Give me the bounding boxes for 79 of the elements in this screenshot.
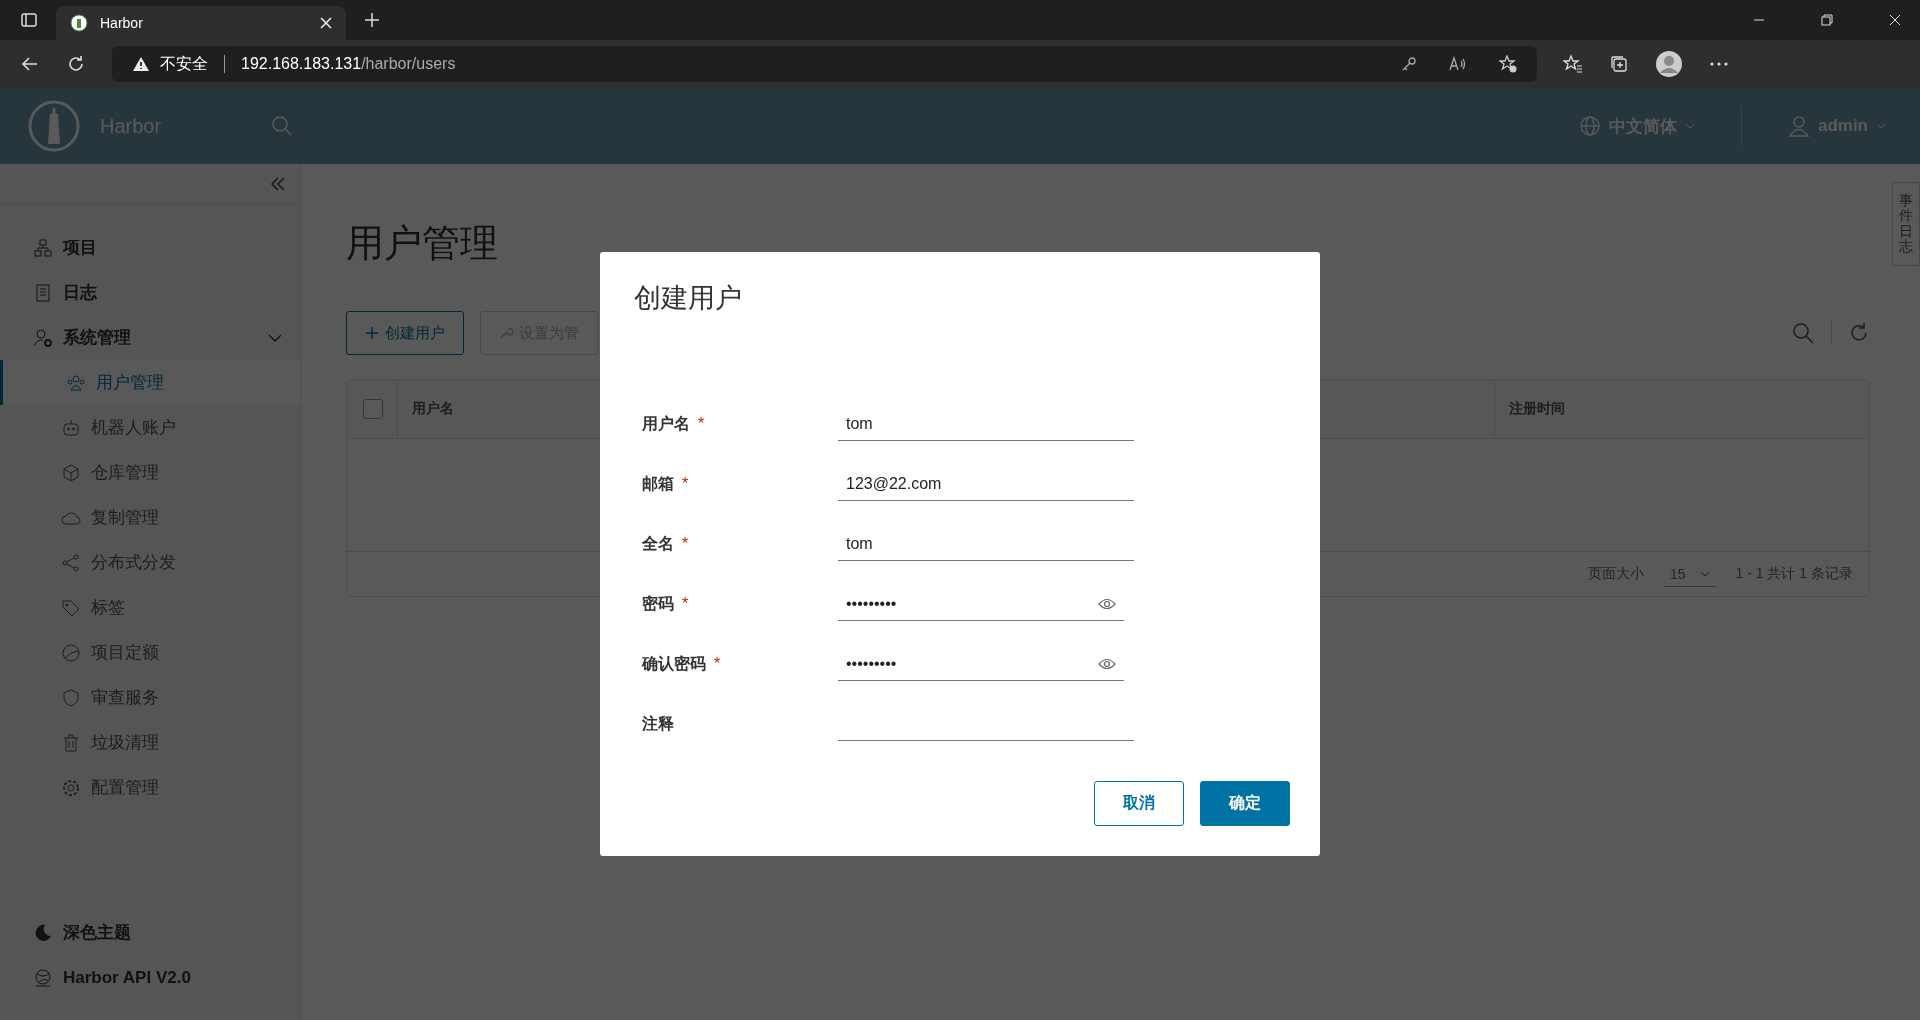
star-add-icon[interactable] bbox=[1499, 55, 1517, 73]
field-label: 邮箱 bbox=[642, 473, 674, 494]
search-icon[interactable] bbox=[1791, 321, 1815, 345]
column-header[interactable]: 用户名 bbox=[397, 380, 454, 438]
sidebar-item[interactable]: 机器人账户 bbox=[0, 405, 300, 450]
favorites-icon[interactable] bbox=[1563, 54, 1583, 74]
document-icon bbox=[33, 282, 53, 303]
sidebar-item[interactable]: 深色主题 bbox=[0, 910, 300, 955]
trash-icon bbox=[61, 732, 81, 753]
sidebar-item[interactable]: Harbor API V2.0 bbox=[0, 955, 300, 1000]
key-icon[interactable] bbox=[1401, 56, 1417, 72]
read-aloud-icon[interactable] bbox=[1449, 56, 1467, 72]
required-mark: * bbox=[698, 415, 705, 433]
field-label: 全名 bbox=[642, 533, 674, 554]
profile-icon[interactable] bbox=[1655, 50, 1683, 78]
share-icon bbox=[61, 552, 81, 573]
field-label: 用户名 bbox=[642, 413, 690, 434]
restore-icon[interactable] bbox=[1821, 14, 1833, 26]
user-icon bbox=[1787, 115, 1810, 137]
required-mark: * bbox=[682, 475, 689, 493]
sidebar-item[interactable]: 标签 bbox=[0, 585, 300, 630]
sidebar-item[interactable]: 分布式分发 bbox=[0, 540, 300, 585]
pie-icon bbox=[61, 642, 81, 663]
shield-icon bbox=[61, 687, 81, 708]
robot-icon bbox=[61, 417, 81, 438]
tag-icon bbox=[61, 597, 81, 618]
input-field[interactable]: ••••••••• bbox=[838, 587, 1124, 621]
globe-icon bbox=[33, 967, 53, 988]
input-field[interactable]: tom bbox=[838, 527, 1134, 561]
warning-icon bbox=[132, 56, 150, 72]
network-icon bbox=[33, 237, 53, 258]
tab-list-icon[interactable] bbox=[20, 11, 38, 29]
confirm-button[interactable]: 确定 bbox=[1200, 781, 1290, 826]
page-title: 用户管理 bbox=[346, 221, 499, 266]
browser-tab[interactable]: Harbor bbox=[56, 6, 346, 40]
eye-icon[interactable] bbox=[1098, 657, 1116, 670]
sidebar-item[interactable]: 项目 bbox=[0, 225, 300, 270]
field-label: 密码 bbox=[642, 593, 674, 614]
sidebar-item[interactable]: 用户管理 bbox=[0, 360, 300, 405]
url-text: 192.168.183.131/harbor/users bbox=[241, 55, 456, 73]
required-mark: * bbox=[682, 595, 689, 613]
cube-icon bbox=[61, 462, 81, 483]
checkbox[interactable] bbox=[363, 399, 383, 419]
field-label: 注释 bbox=[642, 713, 674, 734]
user-gear-icon bbox=[33, 327, 53, 348]
caret-icon bbox=[1876, 123, 1886, 129]
eye-icon[interactable] bbox=[1098, 597, 1116, 610]
action-button[interactable]: 创建用户 bbox=[346, 311, 464, 355]
new-tab-icon[interactable] bbox=[364, 12, 380, 28]
sidebar-item[interactable]: 审查服务 bbox=[0, 675, 300, 720]
sidebar-item[interactable]: 系统管理 bbox=[0, 315, 300, 360]
gear-icon bbox=[61, 777, 81, 798]
input-field[interactable]: 123@22.com bbox=[838, 467, 1134, 501]
event-log-tab[interactable]: 事件日志 bbox=[1892, 182, 1920, 266]
required-mark: * bbox=[682, 535, 689, 553]
input-field[interactable]: tom bbox=[838, 407, 1134, 441]
more-icon[interactable] bbox=[1709, 61, 1729, 67]
close-icon[interactable] bbox=[1889, 14, 1901, 26]
caret-icon bbox=[1699, 570, 1710, 577]
lighthouse-icon bbox=[70, 14, 88, 32]
sidebar-item[interactable]: 日志 bbox=[0, 270, 300, 315]
security-label: 不安全 bbox=[160, 53, 208, 74]
dialog-title: 创建用户 bbox=[634, 282, 743, 315]
column-header[interactable]: 注册时间 bbox=[1494, 380, 1869, 438]
cancel-button[interactable]: 取消 bbox=[1094, 781, 1184, 826]
close-icon[interactable] bbox=[320, 17, 332, 29]
caret-icon bbox=[1684, 123, 1695, 129]
users-icon bbox=[66, 372, 86, 393]
input-field[interactable]: ••••••••• bbox=[838, 647, 1124, 681]
chevron-icon[interactable] bbox=[268, 333, 282, 342]
plus-icon bbox=[365, 326, 379, 340]
required-mark: * bbox=[714, 655, 721, 673]
address-field[interactable]: 不安全 192.168.183.131/harbor/users bbox=[112, 46, 1537, 82]
field-label: 确认密码 bbox=[642, 653, 706, 674]
collapse-icon[interactable] bbox=[270, 177, 286, 191]
moon-icon bbox=[33, 922, 53, 943]
globe-icon bbox=[1578, 115, 1601, 137]
refresh-icon[interactable] bbox=[66, 54, 86, 74]
collections-icon[interactable] bbox=[1609, 54, 1629, 74]
